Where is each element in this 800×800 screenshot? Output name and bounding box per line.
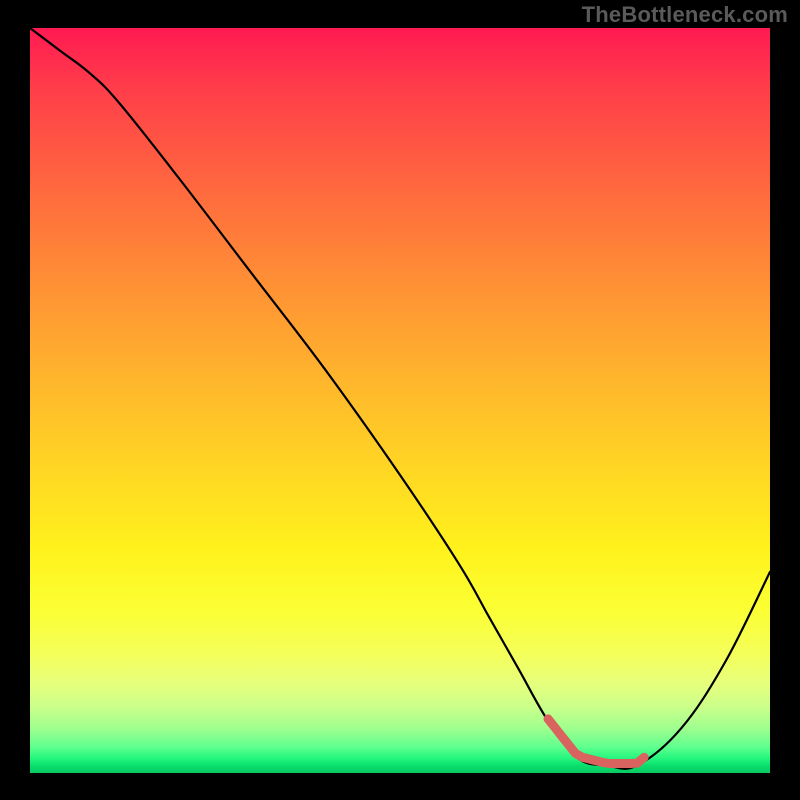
bottleneck-curve-path	[30, 28, 770, 769]
watermark-text: TheBottleneck.com	[582, 2, 788, 28]
chart-svg	[30, 28, 770, 773]
chart-frame: TheBottleneck.com	[0, 0, 800, 800]
optimal-band-path	[548, 719, 644, 764]
plot-area	[30, 28, 770, 773]
